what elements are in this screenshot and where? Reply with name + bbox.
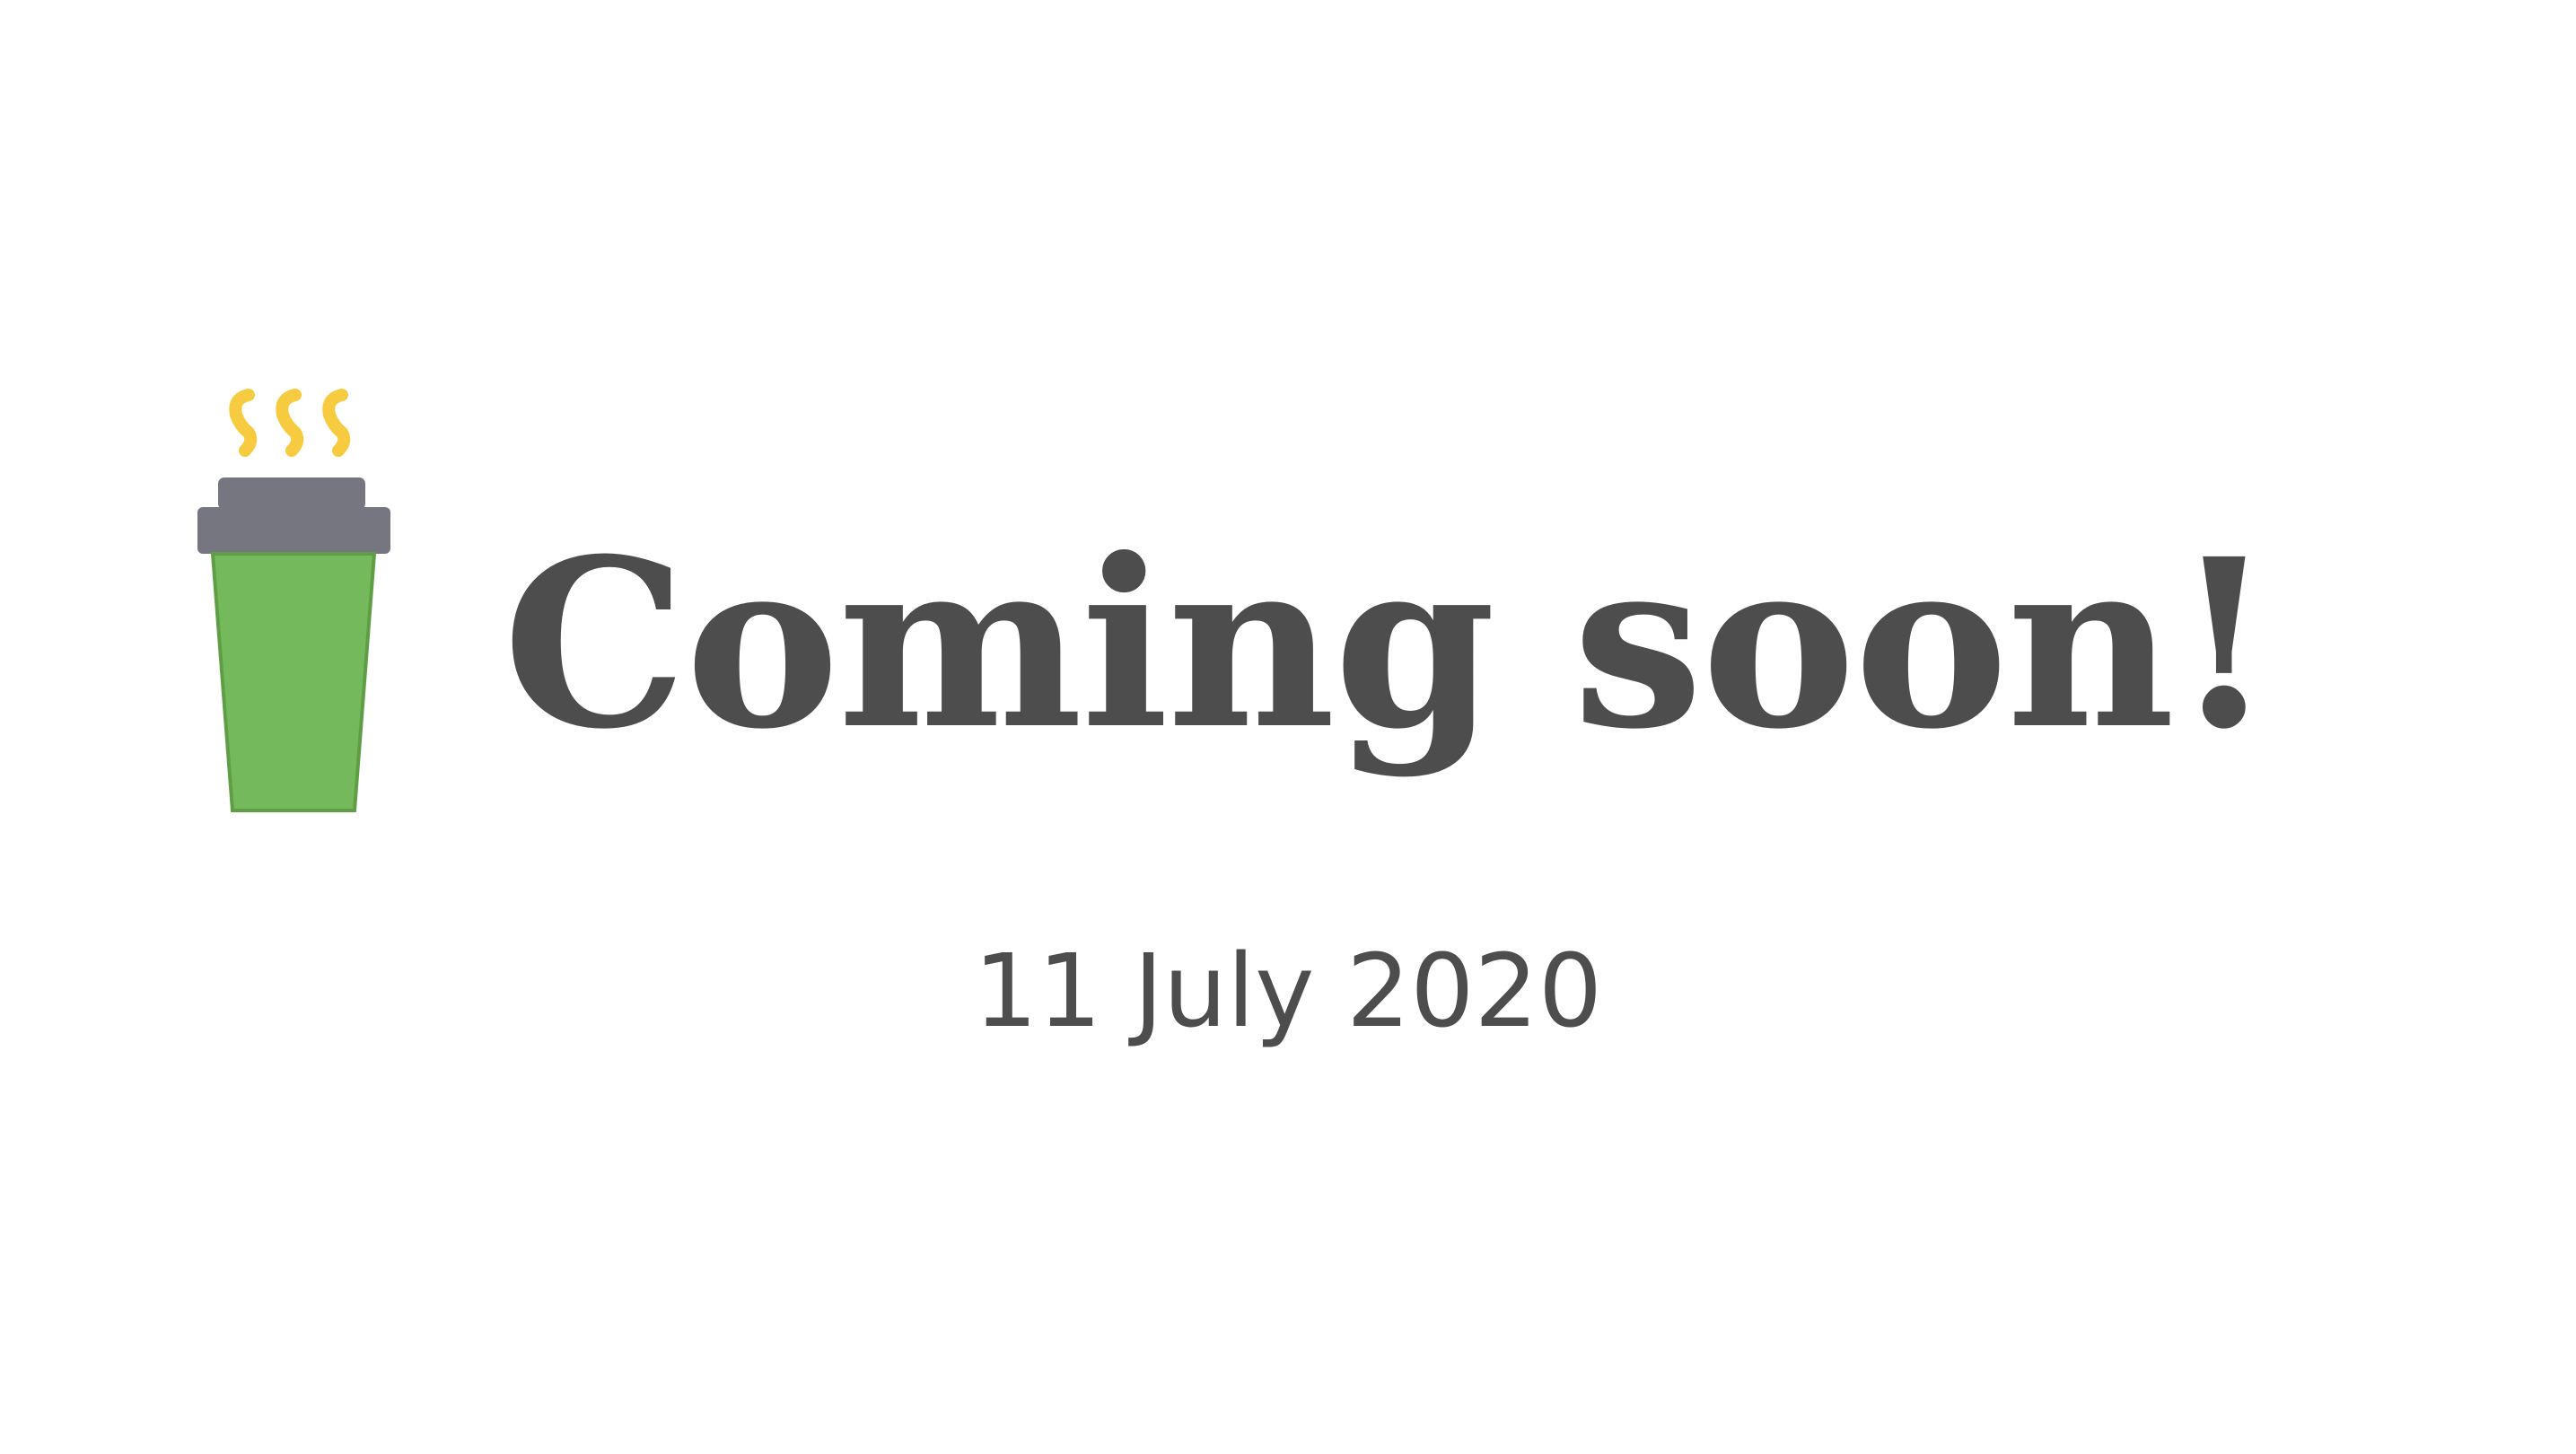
cup-body [210,552,377,812]
coming-soon-page: Coming soon! 11 July 2020 [0,0,2576,1454]
page-title: Coming soon! [503,508,2274,780]
steam-icon [229,389,351,457]
cup-lid [197,507,390,554]
cup-lid-top [218,477,365,510]
launch-date: 11 July 2020 [973,933,1603,1050]
coffee-cup-icon [193,386,399,817]
